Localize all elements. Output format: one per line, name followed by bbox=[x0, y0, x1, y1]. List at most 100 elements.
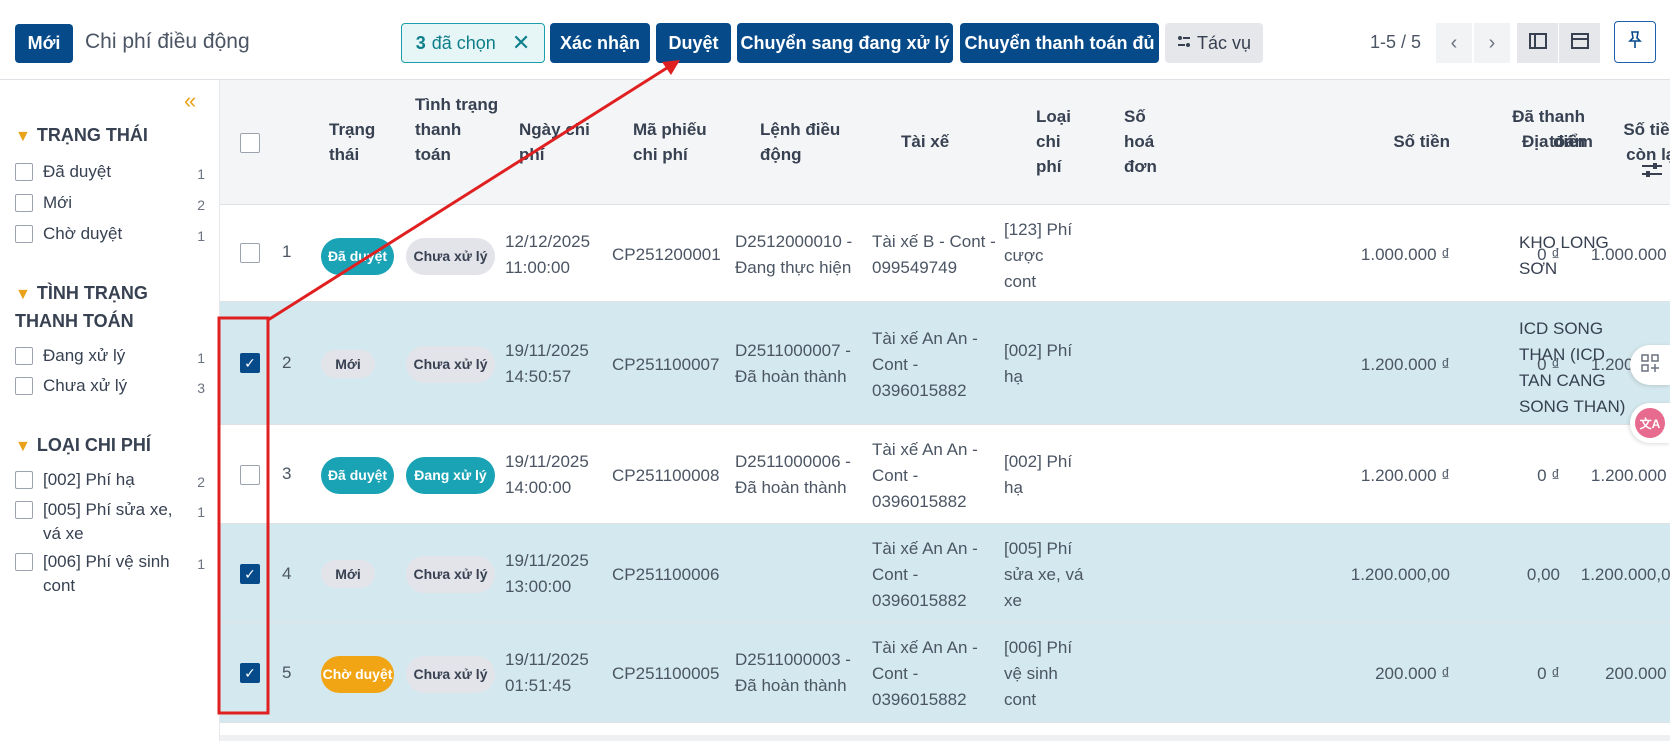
funnel-icon: ▼ bbox=[15, 128, 31, 145]
floating-apps-button[interactable] bbox=[1630, 345, 1670, 385]
next-page-button[interactable]: › bbox=[1474, 23, 1510, 63]
row-number: 5 bbox=[282, 663, 292, 682]
payment-badge: Chưa xử lý bbox=[406, 556, 495, 593]
col-amount[interactable]: Số tiền bbox=[1370, 129, 1450, 154]
filter-group-payment: ▼ TÌNH TRẠNG THANH TOÁN bbox=[15, 283, 148, 331]
row-checkbox[interactable] bbox=[240, 243, 260, 263]
driver-cell: Tài xế B - Cont - 099549749 bbox=[872, 232, 996, 277]
row-checkbox[interactable]: ✓ bbox=[240, 564, 260, 584]
row-checkbox[interactable] bbox=[240, 465, 260, 485]
chevron-right-icon: › bbox=[1488, 31, 1496, 54]
place-cell: KHO LONG SƠN bbox=[1519, 233, 1609, 278]
check-icon: ✓ bbox=[244, 565, 256, 582]
check-icon: ✓ bbox=[244, 664, 256, 681]
prev-page-button[interactable]: ‹ bbox=[1436, 23, 1472, 63]
to-paid-button[interactable]: Chuyển thanh toán đủ bbox=[960, 23, 1159, 63]
col-code[interactable]: Mã phiếu chi phí bbox=[633, 117, 733, 167]
table-row[interactable]: 1 Đã duyệt Chưa xử lý 12/12/2025 11:00:0… bbox=[220, 205, 1670, 302]
check-icon: ✓ bbox=[244, 354, 256, 371]
col-status[interactable]: Trạng thái bbox=[329, 117, 399, 167]
filter-checkbox[interactable] bbox=[15, 377, 33, 395]
translate-icon: 文A bbox=[1635, 408, 1665, 438]
filter-group-cost-type: ▼ LOẠI CHI PHÍ bbox=[15, 432, 151, 460]
place-cell: ICD SONG THAN (ICD TAN CANG SONG THAN) bbox=[1519, 319, 1626, 416]
col-driver[interactable]: Tài xế bbox=[901, 129, 1001, 154]
funnel-icon: ▼ bbox=[15, 438, 31, 455]
selection-indicator[interactable]: 3 đã chọn ✕ bbox=[401, 23, 545, 63]
amount-cell: 200.000 ₫ bbox=[1375, 664, 1450, 683]
rows-icon bbox=[1570, 32, 1589, 54]
col-order[interactable]: Lệnh điều động bbox=[760, 117, 860, 167]
to-processing-button[interactable]: Chuyển sang đang xử lý bbox=[737, 23, 953, 63]
row-checkbox[interactable]: ✓ bbox=[240, 663, 260, 683]
filter-checkbox[interactable] bbox=[15, 194, 33, 212]
remain-cell: 200.000 ₫ bbox=[1605, 664, 1670, 683]
remain-cell: 1.200.000 ₫ bbox=[1590, 466, 1670, 485]
code-cell: CP251100006 bbox=[612, 565, 720, 584]
driver-cell: Tài xế An An - Cont - 0396015882 bbox=[872, 440, 978, 511]
type-cell: [005] Phí sửa xe, vá xe bbox=[1004, 539, 1084, 610]
order-cell: D2511000003 - Đã hoàn thành bbox=[735, 650, 851, 695]
table-row[interactable]: ✓ 2 Mới Chưa xử lý 19/11/2025 14:50:57 C… bbox=[220, 302, 1670, 425]
date-cell: 19/11/2025 13:00:00 bbox=[505, 551, 589, 596]
col-place-label[interactable]: Địa điểm bbox=[1522, 129, 1642, 154]
row-checkbox[interactable]: ✓ bbox=[240, 353, 260, 373]
table-row[interactable]: ✓ 4 Mới Chưa xử lý 19/11/2025 13:00:00 C… bbox=[220, 524, 1670, 623]
amount-cell: 1.200.000 ₫ bbox=[1360, 355, 1450, 374]
table-row[interactable]: ✓ 5 Chờ duyệt Chưa xử lý 19/11/2025 01:5… bbox=[220, 623, 1670, 723]
toggle-split-view-button[interactable] bbox=[1559, 23, 1600, 63]
payment-badge: Chưa xử lý bbox=[406, 656, 495, 693]
select-all-checkbox[interactable] bbox=[240, 133, 260, 153]
list-table: Trạng thái Tình trạng thanh toán Ngày ch… bbox=[220, 80, 1670, 741]
amount-cell: 1.200.000 ₫ bbox=[1360, 466, 1450, 485]
date-cell: 19/11/2025 14:50:57 bbox=[505, 341, 589, 386]
filter-item[interactable]: [005] Phí sửa xe, vá xe 1 bbox=[15, 498, 205, 548]
filter-checkbox[interactable] bbox=[15, 347, 33, 365]
floating-translate-button[interactable]: 文A bbox=[1630, 403, 1670, 443]
col-date[interactable]: Ngày chi phí bbox=[519, 117, 609, 167]
new-button[interactable]: Mới bbox=[15, 24, 73, 63]
order-cell: D2511000006 - Đã hoàn thành bbox=[735, 452, 851, 497]
table-header: Trạng thái Tình trạng thanh toán Ngày ch… bbox=[220, 80, 1670, 205]
status-badge: Đã duyệt bbox=[321, 238, 394, 275]
col-invoice[interactable]: Số hoá đơn bbox=[1124, 104, 1174, 179]
confirm-button[interactable]: Xác nhận bbox=[550, 23, 650, 63]
filter-checkbox[interactable] bbox=[15, 471, 33, 489]
filter-checkbox[interactable] bbox=[15, 501, 33, 519]
control-bar: Mới Chi phí điều động 3 đã chọn ✕ Xác nh… bbox=[0, 0, 1670, 80]
filter-checkbox[interactable] bbox=[15, 553, 33, 571]
actions-icon bbox=[1177, 33, 1191, 54]
status-badge: Đã duyệt bbox=[321, 457, 394, 494]
clear-selection-icon[interactable]: ✕ bbox=[512, 30, 530, 56]
table-row[interactable]: 3 Đã duyệt Đang xử lý 19/11/2025 14:00:0… bbox=[220, 425, 1670, 524]
actions-label: Tác vụ bbox=[1196, 32, 1252, 53]
page-title: Chi phí điều động bbox=[85, 30, 250, 53]
columns-icon bbox=[1528, 32, 1547, 54]
type-cell: [123] Phí cược cont bbox=[1004, 220, 1073, 291]
filter-checkbox[interactable] bbox=[15, 225, 33, 243]
filter-sidebar: « ▼ TRẠNG THÁI Đã duyệt 1 Mới 2 Chờ duyệt 1 … bbox=[0, 80, 220, 741]
pin-button[interactable] bbox=[1614, 21, 1656, 63]
col-pay-status[interactable]: Tình trạng thanh toán bbox=[415, 92, 500, 167]
amount-cell: 1.200.000,00 bbox=[1350, 565, 1450, 584]
filter-checkbox[interactable] bbox=[15, 163, 33, 181]
row-number: 4 bbox=[282, 564, 292, 583]
driver-cell: Tài xế An An - Cont - 0396015882 bbox=[872, 329, 978, 400]
filter-item[interactable]: [006] Phí vệ sinh cont 1 bbox=[15, 550, 205, 600]
toggle-sidebar-view-button[interactable] bbox=[1517, 23, 1558, 63]
date-cell: 19/11/2025 01:51:45 bbox=[505, 650, 589, 695]
column-settings-icon[interactable] bbox=[1642, 162, 1662, 183]
approve-button[interactable]: Duyệt bbox=[656, 23, 731, 63]
table-footer bbox=[220, 735, 1670, 741]
status-badge: Mới bbox=[321, 560, 375, 588]
payment-badge: Chưa xử lý bbox=[406, 346, 495, 383]
code-cell: CP251100008 bbox=[612, 466, 720, 485]
paid-cell: 0 ₫ bbox=[1537, 466, 1560, 485]
col-type[interactable]: Loại chi phí bbox=[1036, 104, 1086, 179]
actions-menu-button[interactable]: Tác vụ bbox=[1165, 23, 1263, 63]
row-number: 3 bbox=[282, 464, 292, 483]
code-cell: CP251100005 bbox=[612, 664, 720, 683]
pager-value[interactable]: 1-5 / 5 bbox=[1370, 32, 1421, 53]
collapse-sidebar-icon[interactable]: « bbox=[184, 88, 196, 114]
row-number: 1 bbox=[282, 242, 292, 261]
